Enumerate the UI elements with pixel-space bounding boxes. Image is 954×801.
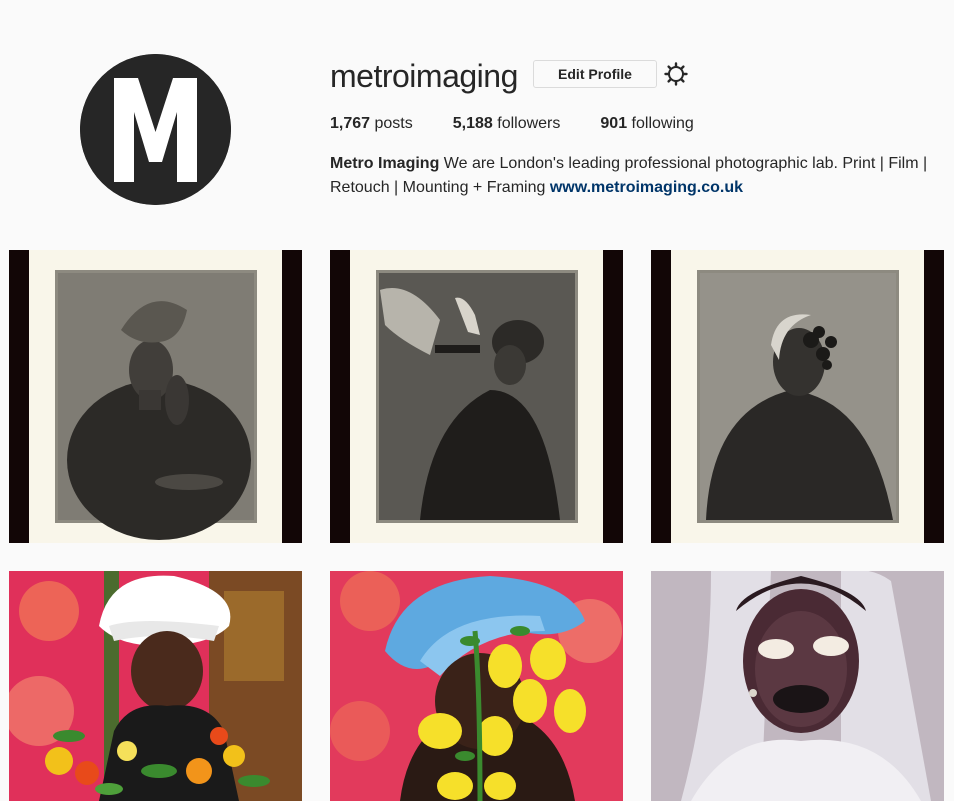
vintage-photo-veil-shells-icon [651,571,944,801]
metro-logo-icon [80,54,231,205]
posts-count: 1,767 posts [330,113,413,135]
color-portrait-white-headwrap-flowers-icon [9,571,302,801]
post-thumbnail-3[interactable] [651,250,944,543]
profile-full-name: Metro Imaging [330,155,440,172]
post-thumbnail-6[interactable] [651,571,944,801]
tintype-portrait-flowers-face-icon [651,250,944,543]
color-portrait-blue-headwrap-lemons-icon [330,571,623,801]
followers-count[interactable]: 5,188 followers [453,113,561,135]
profile-username: metroimaging [330,58,518,94]
profile-website-link[interactable]: www.metroimaging.co.uk [550,179,743,196]
followers-count-label: followers [497,115,561,132]
post-thumbnail-1[interactable] [9,250,302,543]
profile-stats: 1,767 posts 5,188 followers 901 followin… [330,113,734,135]
tintype-portrait-hand-to-face-icon [9,250,302,543]
profile-bio: Metro Imaging We are London's leading pr… [330,152,950,200]
following-count[interactable]: 901 following [600,113,693,135]
posts-count-label: posts [374,115,413,132]
edit-profile-button[interactable]: Edit Profile [533,60,657,88]
settings-gear-icon[interactable] [664,62,688,86]
following-count-value: 901 [600,115,628,132]
post-thumbnail-4[interactable] [9,571,302,801]
following-count-label: following [631,115,694,132]
profile-avatar[interactable] [80,54,231,205]
post-thumbnail-5[interactable] [330,571,623,801]
posts-count-value: 1,767 [330,115,371,132]
tintype-portrait-pouring-icon [330,250,623,543]
followers-count-value: 5,188 [452,115,493,132]
post-thumbnail-2[interactable] [330,250,623,543]
